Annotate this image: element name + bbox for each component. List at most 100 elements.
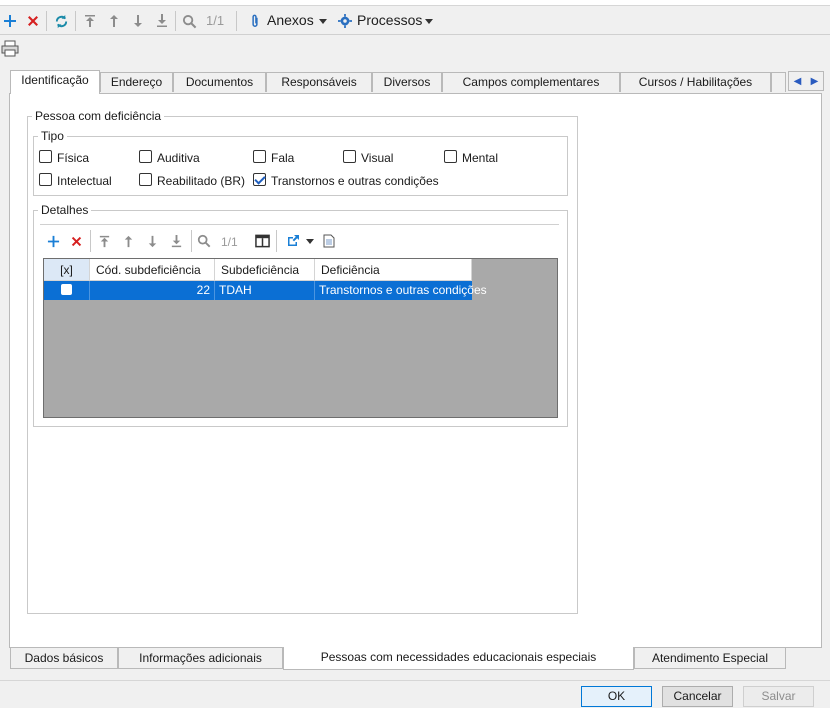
detalhes-add-button[interactable] — [44, 232, 62, 250]
tab-cursos-habilitacoes[interactable]: Cursos / Habilitações — [620, 72, 771, 92]
arrow-bottom-icon — [157, 14, 167, 27]
toolbar-separator — [46, 11, 47, 31]
checkbox-fala[interactable] — [253, 150, 266, 163]
grid-header: [x] Cód. subdeficiência Subdeficiência D… — [44, 259, 472, 281]
close-icon — [71, 236, 81, 246]
detalhes-last-button[interactable] — [167, 232, 185, 250]
last-record-button[interactable] — [152, 11, 172, 31]
tab-dados-basicos[interactable]: Dados básicos — [10, 648, 118, 669]
tab-identificacao[interactable]: Identificação — [10, 70, 100, 94]
detalhes-report-button[interactable] — [320, 232, 338, 250]
export-dropdown-icon[interactable] — [306, 239, 314, 244]
detalhes-legend: Detalhes — [38, 203, 92, 217]
refresh-icon — [55, 14, 67, 28]
arrow-up-icon — [110, 15, 118, 27]
detalhes-counter: 1/1 — [221, 235, 238, 249]
tab-campos-complementares[interactable]: Campos complementares — [442, 72, 620, 92]
grid-header-codigo[interactable]: Cód. subdeficiência — [90, 259, 215, 281]
gear-icon — [338, 14, 352, 28]
grid-header-deficiencia[interactable]: Deficiência — [315, 259, 472, 281]
checkbox-transtornos[interactable] — [253, 173, 266, 186]
paperclip-icon — [252, 14, 258, 27]
document-icon — [323, 234, 335, 248]
detalhes-divider — [40, 224, 559, 225]
detalhes-delete-button[interactable] — [67, 232, 85, 250]
checkbox-mental[interactable] — [444, 150, 457, 163]
row-checkbox[interactable] — [61, 284, 72, 295]
checkbox-intelectual[interactable] — [39, 173, 52, 186]
tab-scroll-right-icon[interactable]: ▶ — [811, 76, 819, 87]
search-icon — [182, 14, 196, 28]
save-button[interactable]: Salvar — [743, 686, 814, 707]
label-transtornos: Transtornos e outras condições — [271, 174, 439, 188]
pessoa-deficiencia-legend: Pessoa com deficiência — [32, 109, 165, 123]
paperclip-button[interactable] — [245, 11, 265, 31]
tab-diversos[interactable]: Diversos — [372, 72, 442, 92]
next-record-button[interactable] — [128, 11, 148, 31]
detalhes-export-button[interactable] — [284, 232, 302, 250]
tab-scroll-buttons: ◀ ▶ — [788, 71, 824, 91]
columns-icon — [254, 234, 270, 248]
grid-cell-select — [44, 281, 90, 300]
search-button[interactable] — [179, 11, 199, 31]
checkbox-auditiva[interactable] — [139, 150, 152, 163]
processos-icon-button[interactable] — [335, 11, 355, 31]
arrow-down-icon — [134, 15, 142, 27]
checkbox-visual[interactable] — [343, 150, 356, 163]
detalhes-next-button[interactable] — [143, 232, 161, 250]
table-row[interactable]: 22 TDAH Transtornos e outras condições — [44, 281, 487, 300]
tab-informacoes-adicionais[interactable]: Informações adicionais — [118, 648, 283, 669]
toolbar-separator — [236, 11, 237, 31]
arrow-top-icon — [99, 235, 109, 247]
record-counter: 1/1 — [206, 13, 225, 28]
print-button[interactable] — [1, 40, 21, 58]
label-fala: Fala — [271, 151, 295, 165]
tab-necessidades-especiais[interactable]: Pessoas com necessidades educacionais es… — [283, 647, 634, 670]
arrow-up-icon — [124, 235, 132, 247]
anexos-dropdown-icon[interactable] — [319, 19, 327, 24]
tab-atendimento-especial[interactable]: Atendimento Especial — [634, 648, 786, 669]
detalhes-search-button[interactable] — [195, 232, 213, 250]
anexos-menu[interactable]: Anexos — [267, 12, 314, 28]
toolbar-separator — [191, 230, 192, 252]
tab-panel-identificacao: Pessoa com deficiência Tipo Física Audit… — [9, 93, 822, 648]
first-record-button[interactable] — [80, 11, 100, 31]
detalhes-columns-button[interactable] — [253, 232, 271, 250]
grid-header-select[interactable]: [x] — [44, 259, 90, 281]
processos-menu[interactable]: Processos — [357, 12, 422, 28]
detalhes-previous-button[interactable] — [119, 232, 137, 250]
detalhes-first-button[interactable] — [95, 232, 113, 250]
tipo-legend: Tipo — [38, 129, 67, 143]
label-auditiva: Auditiva — [157, 151, 200, 165]
grid-header-subdeficiencia[interactable]: Subdeficiência — [215, 259, 315, 281]
checkbox-fisica[interactable] — [39, 150, 52, 163]
previous-record-button[interactable] — [104, 11, 124, 31]
printer-icon — [1, 40, 19, 57]
tab-responsaveis[interactable]: Responsáveis — [266, 72, 372, 92]
grid-cell-codigo: 22 — [90, 281, 215, 300]
tab-endereco[interactable]: Endereço — [100, 72, 173, 92]
cancel-button[interactable]: Cancelar — [662, 686, 733, 707]
tab-overflow — [771, 72, 786, 92]
arrow-top-icon — [85, 15, 95, 27]
plus-icon — [4, 15, 16, 27]
search-icon — [197, 234, 211, 248]
checkbox-reabilitado[interactable] — [139, 173, 152, 186]
window-top-edge — [0, 0, 830, 6]
close-icon — [28, 16, 38, 26]
subdeficiencia-grid: [x] Cód. subdeficiência Subdeficiência D… — [43, 258, 558, 418]
label-reabilitado: Reabilitado (BR) — [157, 174, 246, 188]
refresh-button[interactable] — [51, 11, 71, 31]
tab-documentos[interactable]: Documentos — [173, 72, 266, 92]
arrow-down-icon — [148, 235, 156, 247]
delete-button[interactable] — [23, 11, 43, 31]
add-button[interactable] — [0, 11, 20, 31]
tab-scroll-left-icon[interactable]: ◀ — [794, 76, 802, 87]
processos-dropdown-icon[interactable] — [425, 19, 433, 24]
toolbar-separator — [90, 230, 91, 252]
ok-button[interactable]: OK — [581, 686, 652, 707]
label-visual: Visual — [361, 151, 394, 165]
export-icon — [288, 235, 299, 246]
label-mental: Mental — [462, 151, 499, 165]
label-intelectual: Intelectual — [57, 174, 112, 188]
